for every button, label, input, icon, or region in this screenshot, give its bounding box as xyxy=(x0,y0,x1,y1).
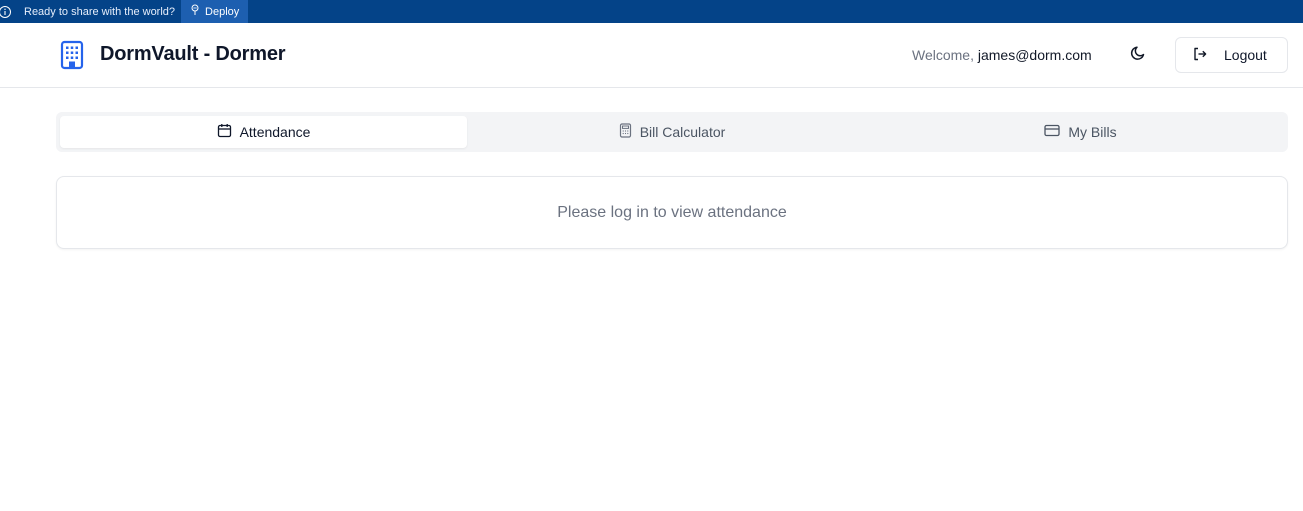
tab-attendance[interactable]: Attendance xyxy=(60,116,467,148)
calendar-icon xyxy=(217,123,232,141)
welcome-prefix: Welcome, xyxy=(912,47,974,63)
banner-text: Ready to share with the world? xyxy=(24,5,176,18)
user-email: james@dorm.com xyxy=(977,47,1092,63)
tab-label: Attendance xyxy=(239,124,311,140)
logout-button[interactable]: Logout xyxy=(1175,37,1288,73)
logout-icon xyxy=(1192,46,1208,65)
deploy-label: Deploy xyxy=(205,5,240,18)
tab-my-bills[interactable]: My Bills xyxy=(877,116,1284,148)
logout-label: Logout xyxy=(1224,47,1267,63)
app-header: DormVault - Dormer Welcome, james@dorm.c… xyxy=(0,23,1303,88)
tab-bill-calculator[interactable]: Bill Calculator xyxy=(467,116,877,148)
deploy-button[interactable]: Deploy xyxy=(181,0,249,23)
calculator-icon xyxy=(619,123,632,141)
credit-card-icon xyxy=(1044,124,1061,140)
app-title: DormVault - Dormer xyxy=(100,43,286,65)
welcome-text: Welcome, james@dorm.com xyxy=(912,47,1092,63)
deploy-banner: Ready to share with the world? Deploy xyxy=(0,0,1303,23)
info-icon xyxy=(0,0,18,23)
deploy-icon xyxy=(190,4,200,19)
login-required-message: Please log in to view attendance xyxy=(557,203,787,221)
building-icon xyxy=(60,40,84,70)
moon-icon xyxy=(1130,45,1146,66)
theme-toggle-button[interactable] xyxy=(1124,41,1152,69)
tab-label: My Bills xyxy=(1068,124,1117,140)
attendance-card: Please log in to view attendance xyxy=(56,176,1288,249)
tab-label: Bill Calculator xyxy=(639,124,726,140)
tab-list: Attendance Bill Calculator My Bills xyxy=(56,112,1288,152)
